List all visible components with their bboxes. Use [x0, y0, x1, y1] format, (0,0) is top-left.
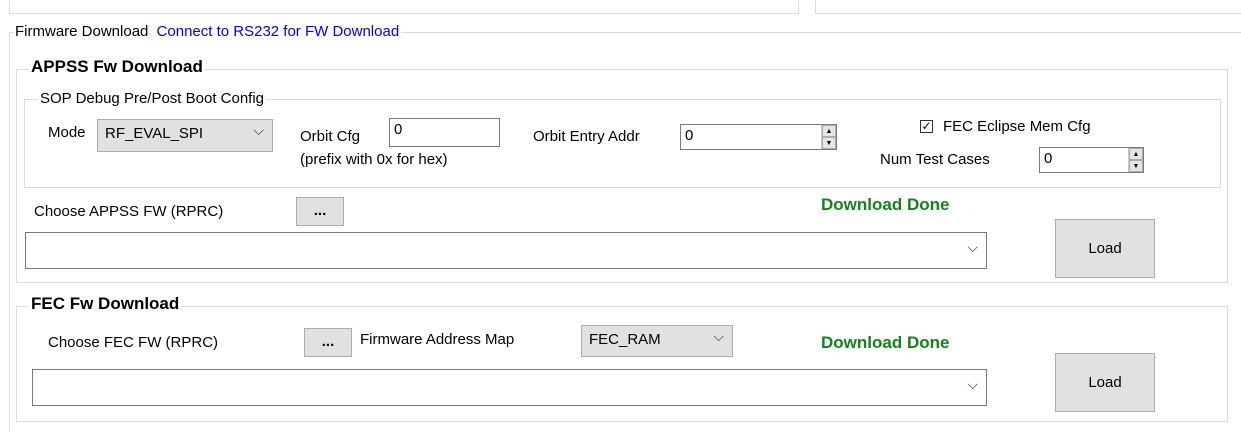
appss-title: APPSS Fw Download [29, 57, 205, 77]
mode-label: Mode [48, 124, 86, 141]
num-test-cases-spin[interactable]: ▲ ▼ [1128, 148, 1143, 172]
firmware-download-title: Firmware Download [15, 23, 149, 40]
address-map-select[interactable]: FEC_RAM ⌵ [581, 325, 733, 357]
fec-eclipse-label: FEC Eclipse Mem Cfg [943, 118, 1091, 135]
orbit-entry-label: Orbit Entry Addr [533, 128, 640, 145]
upper-panel-left-edge [9, 0, 799, 14]
chevron-down-icon: ⌵ [967, 376, 978, 392]
orbit-cfg-hint: (prefix with 0x for hex) [300, 151, 448, 168]
orbit-entry-stepper[interactable]: 0 ▲ ▼ [680, 124, 837, 150]
orbit-entry-value: 0 [685, 127, 694, 144]
address-map-label: Firmware Address Map [360, 331, 515, 348]
mode-select[interactable]: RF_EVAL_SPI ⌵ [97, 119, 273, 152]
appss-file-select[interactable]: ⌵ [25, 232, 987, 269]
choose-fec-label: Choose FEC FW (RPRC) [48, 334, 219, 351]
orbit-cfg-value: 0 [394, 121, 403, 138]
appss-status: Download Done [821, 195, 950, 214]
orbit-cfg-label: Orbit Cfg [300, 128, 361, 145]
fec-file-select[interactable]: ⌵ [32, 369, 987, 406]
rs232-link[interactable]: Connect to RS232 for FW Download [157, 23, 400, 40]
sop-debug-title: SOP Debug Pre/Post Boot Config [38, 90, 267, 107]
orbit-cfg-input[interactable]: 0 [389, 118, 500, 147]
chevron-down-icon: ⌵ [713, 328, 724, 344]
orbit-entry-spin[interactable]: ▲ ▼ [821, 125, 836, 149]
fec-title: FEC Fw Download [29, 294, 182, 314]
choose-appss-label: Choose APPSS FW (RPRC) [34, 203, 224, 220]
spin-up-icon[interactable]: ▲ [822, 125, 836, 137]
upper-panel-right-edge [815, 0, 1241, 14]
appss-browse-button[interactable]: ... [296, 197, 344, 226]
fec-status: Download Done [821, 333, 950, 352]
checkmark-icon: ✓ [921, 119, 932, 133]
spin-up-icon[interactable]: ▲ [1129, 148, 1143, 160]
num-test-cases-value: 0 [1044, 150, 1053, 167]
fec-browse-button[interactable]: ... [304, 328, 352, 357]
fec-load-button[interactable]: Load [1055, 353, 1155, 412]
spin-down-icon[interactable]: ▼ [1129, 160, 1143, 172]
chevron-down-icon: ⌵ [253, 122, 264, 138]
spin-down-icon[interactable]: ▼ [822, 137, 836, 149]
fec-eclipse-checkbox[interactable]: ✓ [920, 120, 933, 133]
mode-select-value: RF_EVAL_SPI [105, 125, 204, 142]
num-test-cases-label: Num Test Cases [880, 151, 990, 168]
chevron-down-icon: ⌵ [967, 239, 978, 255]
num-test-cases-stepper[interactable]: 0 ▲ ▼ [1039, 147, 1144, 173]
appss-load-button[interactable]: Load [1055, 219, 1155, 278]
address-map-value: FEC_RAM [589, 331, 661, 348]
firmware-download-legend: Firmware Download Connect to RS232 for F… [13, 23, 402, 40]
